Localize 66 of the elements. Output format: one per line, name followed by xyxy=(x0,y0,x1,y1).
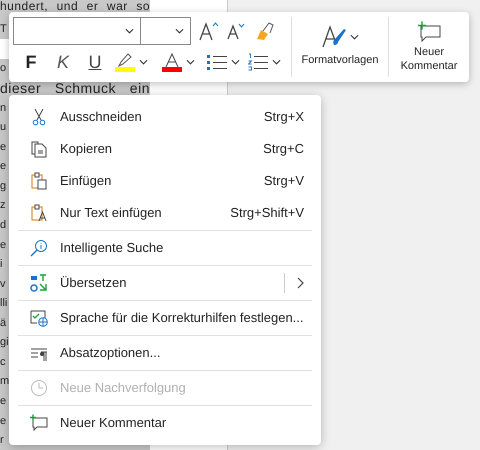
document-text: d xyxy=(0,218,6,232)
document-text: gi xyxy=(0,335,9,350)
menu-item[interactable]: Kopieren Strg+C xyxy=(18,133,312,165)
menu-item[interactable]: Neuer Kommentar xyxy=(18,407,312,439)
new-comment-icon xyxy=(417,21,441,43)
chevron-down-icon xyxy=(125,28,134,34)
document-text: i xyxy=(0,257,2,272)
chevron-down-icon xyxy=(186,59,195,65)
document-text: v xyxy=(0,276,6,291)
document-text: e xyxy=(0,414,6,428)
menu-item[interactable]: Einfügen Strg+V xyxy=(18,165,312,197)
document-text: e xyxy=(0,159,6,174)
font-size-field[interactable] xyxy=(141,17,191,45)
document-text: n xyxy=(0,100,6,115)
language-check-icon xyxy=(30,309,48,327)
document-text: z xyxy=(0,198,6,212)
format-button[interactable]: K xyxy=(49,50,77,74)
grow-font-icon[interactable] xyxy=(199,21,219,41)
document-text: e xyxy=(0,394,6,408)
document-text: r xyxy=(0,433,4,448)
chevron-down-icon xyxy=(175,28,184,34)
chevron-right-icon xyxy=(297,277,304,289)
chevron-down-icon xyxy=(272,59,281,65)
menu-item[interactable]: Absatzoptionen... xyxy=(18,337,312,369)
clock-icon xyxy=(30,379,48,397)
document-text: e xyxy=(0,140,6,154)
highlighter-icon xyxy=(116,52,134,66)
font-name-field[interactable] xyxy=(13,17,141,45)
menu-item[interactable]: Übersetzen xyxy=(18,267,312,299)
copy-icon xyxy=(30,140,48,158)
chevron-down-icon xyxy=(139,59,148,65)
document-text: hundert, und er war so xyxy=(0,0,150,12)
format-button[interactable]: U xyxy=(81,50,109,74)
document-text: o xyxy=(0,61,6,76)
paste-icon xyxy=(30,172,48,190)
new-comment-icon xyxy=(30,414,48,432)
font-color-swatch xyxy=(162,66,182,72)
font-color-icon xyxy=(165,52,179,66)
document-text: c xyxy=(0,354,6,369)
menu-item[interactable]: Sprache für die Korrekturhilfen festlegen... xyxy=(18,302,312,334)
search-icon xyxy=(30,239,48,257)
numbered-list-icon xyxy=(248,53,268,71)
document-text: u xyxy=(0,120,6,134)
document-text: ä xyxy=(0,316,6,330)
document-text: dieser Schmuck ein xyxy=(0,80,150,97)
document-text: g xyxy=(0,178,6,193)
new-comment-button[interactable]: Neuer Kommentar xyxy=(389,12,469,82)
format-button[interactable]: F xyxy=(17,50,45,74)
chevron-down-icon xyxy=(231,59,240,65)
highlight-color-swatch xyxy=(115,66,135,72)
menu-item[interactable]: Intelligente Suche xyxy=(18,232,312,264)
format-painter-icon[interactable] xyxy=(255,21,275,41)
translate-icon xyxy=(30,274,48,292)
menu-item[interactable]: Nur Text einfügen Strg+Shift+V xyxy=(18,197,312,229)
document-text: e xyxy=(0,238,6,252)
paste-text-icon xyxy=(30,204,48,222)
styles-brush-icon xyxy=(322,25,348,50)
scissors-icon xyxy=(30,108,48,126)
shrink-font-icon[interactable] xyxy=(227,22,245,40)
menu-item[interactable]: Ausschneiden Strg+X xyxy=(18,101,312,133)
styles-button[interactable]: Formatvorlagen xyxy=(292,12,388,82)
bullet-list-icon xyxy=(207,53,227,71)
document-text: T xyxy=(0,22,7,36)
chevron-down-icon xyxy=(350,34,358,40)
document-text: m xyxy=(0,374,10,388)
document-text: lli xyxy=(0,296,8,310)
